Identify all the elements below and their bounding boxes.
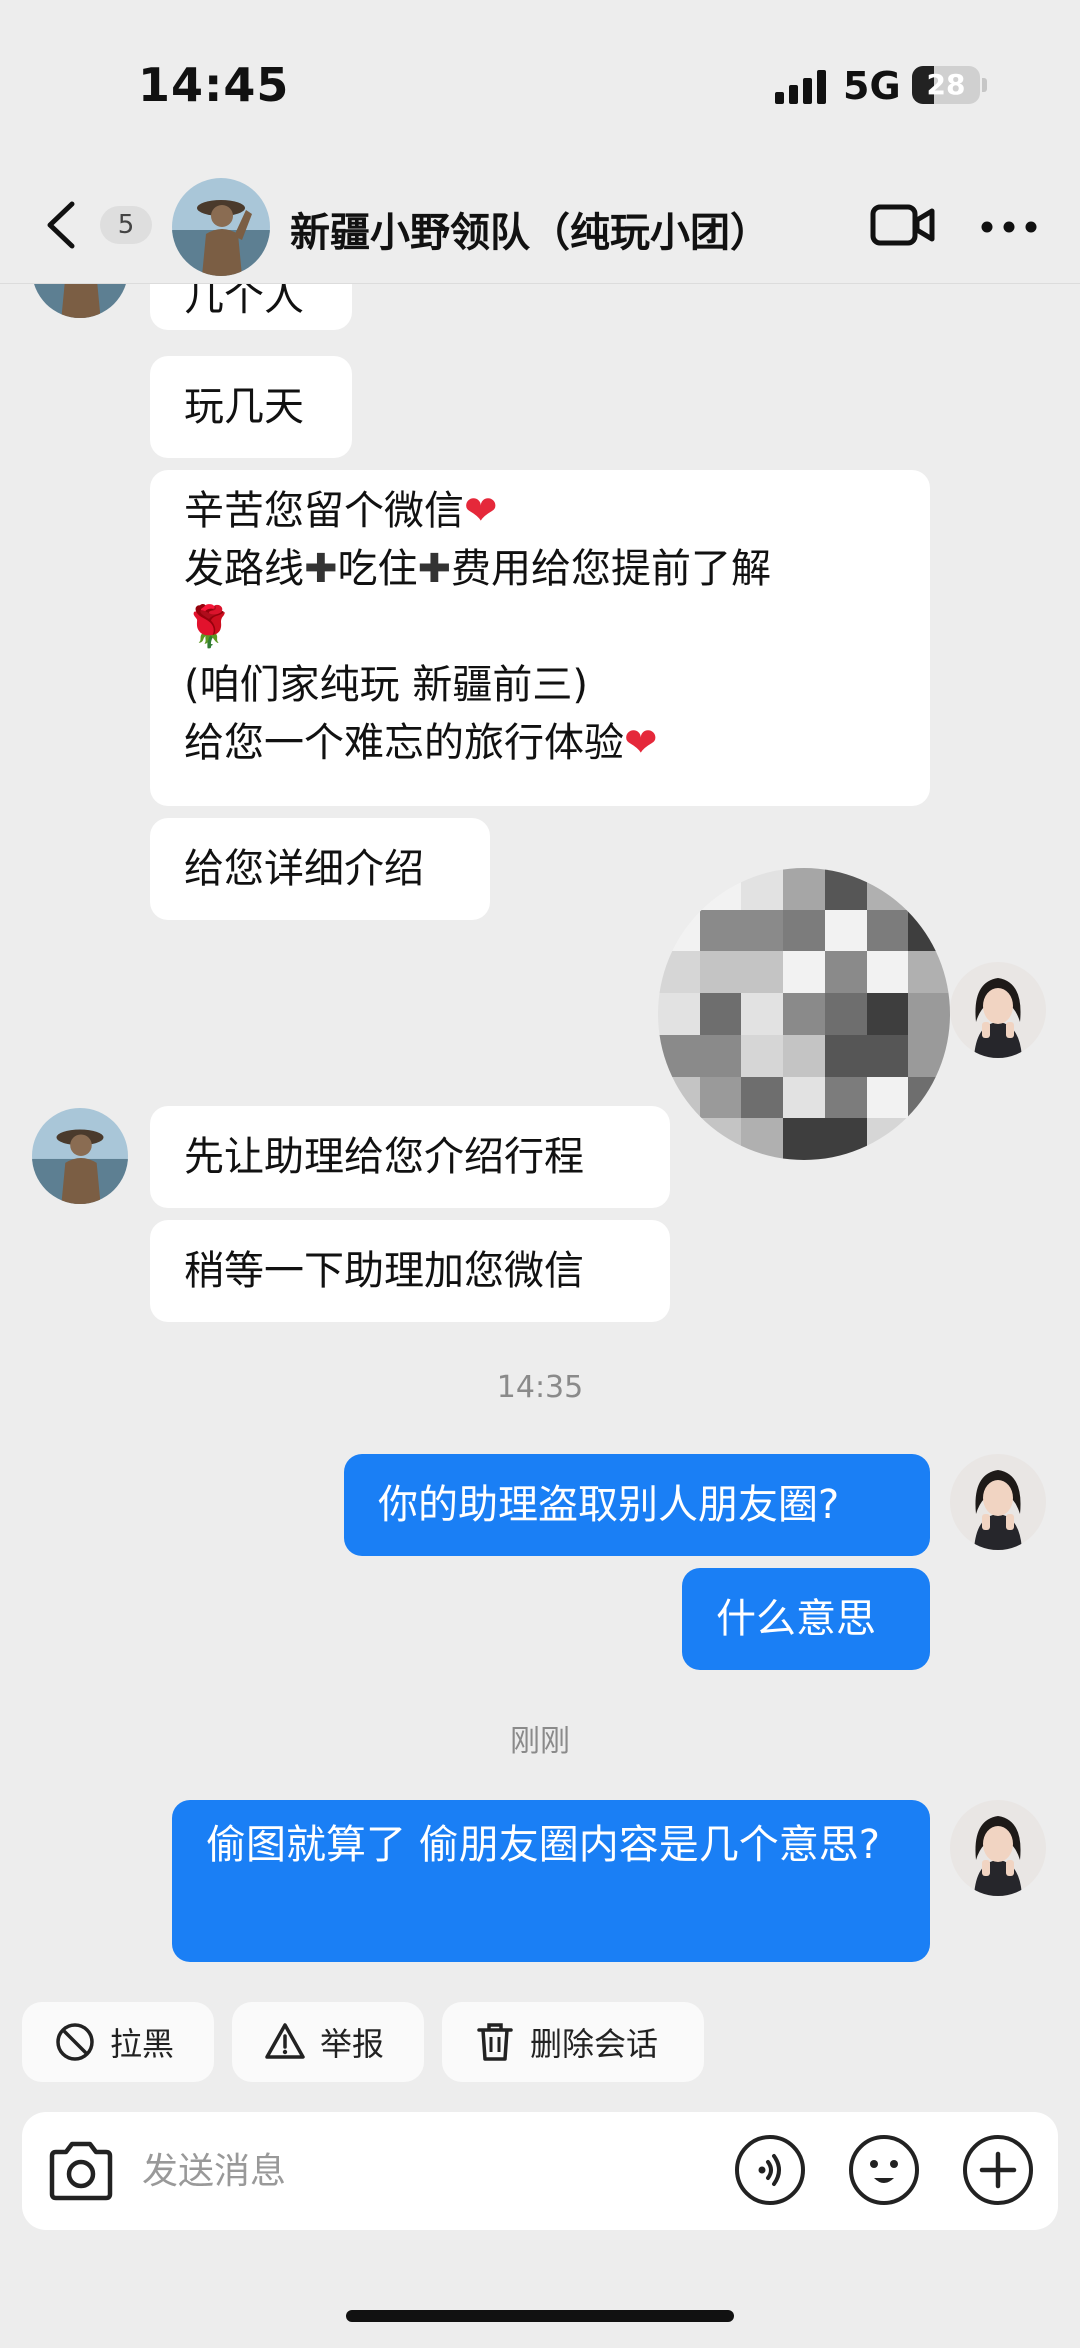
video-call-icon[interactable] (870, 202, 936, 248)
message-bubble-outgoing[interactable]: 你的助理盗取别人朋友圈? (344, 1454, 930, 1556)
trash-icon (477, 2023, 513, 2061)
contact-avatar-small[interactable] (32, 284, 128, 318)
plus-emoji: ✚ (304, 546, 338, 592)
emoji-icon[interactable] (848, 2134, 920, 2206)
block-label: 拉黑 (110, 2025, 175, 2063)
quick-actions: 拉黑 举报 删除会话 (0, 2002, 1080, 2086)
heart-emoji: ❤ (464, 488, 498, 534)
message-text: 吃住 (337, 546, 418, 592)
message-text: (咱们家纯玩 新疆前三) (184, 662, 588, 708)
my-avatar[interactable] (950, 1800, 1046, 1896)
delete-chat-label: 删除会话 (530, 2025, 659, 2063)
plus-emoji: ✚ (417, 546, 452, 592)
message-text: 发路线 (184, 546, 304, 592)
signal-icon (775, 70, 826, 104)
message-bubble-outgoing[interactable]: 偷图就算了 偷朋友圈内容是几个意思? (172, 1800, 930, 1962)
message-text: 辛苦您留个微信 (184, 488, 464, 534)
message-bubble[interactable]: 几个人 (150, 284, 352, 330)
pixelated-image[interactable] (658, 868, 950, 1160)
message-text: 费用给您提前了解 (451, 546, 772, 592)
more-icon[interactable] (980, 220, 1038, 234)
contact-avatar-small[interactable] (32, 1108, 128, 1204)
delete-chat-button[interactable]: 删除会话 (442, 2002, 704, 2082)
message-bubble[interactable]: 玩几天 (150, 356, 352, 458)
message-bubble-outgoing[interactable]: 什么意思 (682, 1568, 930, 1670)
camera-icon[interactable] (46, 2138, 116, 2204)
unread-badge: 5 (100, 206, 152, 244)
report-label: 举报 (320, 2025, 385, 2063)
back-icon[interactable] (44, 200, 78, 250)
message-input-bar (22, 2112, 1058, 2230)
plus-icon[interactable] (962, 2134, 1034, 2206)
voice-icon[interactable] (734, 2134, 806, 2206)
message-text: 给您一个难忘的旅行体验 (184, 720, 624, 766)
battery-icon: 28 (912, 66, 980, 104)
timestamp: 14:35 (496, 1370, 584, 1405)
chat-title: 新疆小野领队（纯玩小团） (290, 210, 770, 256)
network-type: 5G (843, 64, 901, 108)
message-bubble[interactable]: 先让助理给您介绍行程 (150, 1106, 670, 1208)
heart-emoji: ❤ (624, 720, 658, 766)
battery-level: 28 (926, 68, 966, 101)
my-avatar[interactable] (950, 1454, 1046, 1550)
message-list[interactable]: 几个人 玩几天 辛苦您留个微信❤ 发路线✚吃住✚费用给您提前了解 🌹 (咱们家纯… (0, 284, 1080, 1990)
message-input[interactable] (140, 2140, 704, 2202)
block-button[interactable]: 拉黑 (22, 2002, 214, 2082)
chat-header: 5 新疆小野领队（纯玩小团） (0, 160, 1080, 284)
warning-icon (265, 2023, 305, 2059)
message-bubble[interactable]: 给您详细介绍 (150, 818, 490, 920)
message-bubble[interactable]: 辛苦您留个微信❤ 发路线✚吃住✚费用给您提前了解 🌹 (咱们家纯玩 新疆前三) … (150, 470, 930, 806)
timestamp: 刚刚 (510, 1724, 570, 1759)
status-time: 14:45 (138, 58, 290, 112)
report-button[interactable]: 举报 (232, 2002, 424, 2082)
block-icon (56, 2023, 94, 2061)
message-bubble[interactable]: 稍等一下助理加您微信 (150, 1220, 670, 1322)
my-avatar[interactable] (950, 962, 1046, 1058)
home-indicator (346, 2310, 734, 2322)
contact-avatar[interactable] (172, 178, 270, 276)
rose-emoji: 🌹 (184, 604, 234, 650)
